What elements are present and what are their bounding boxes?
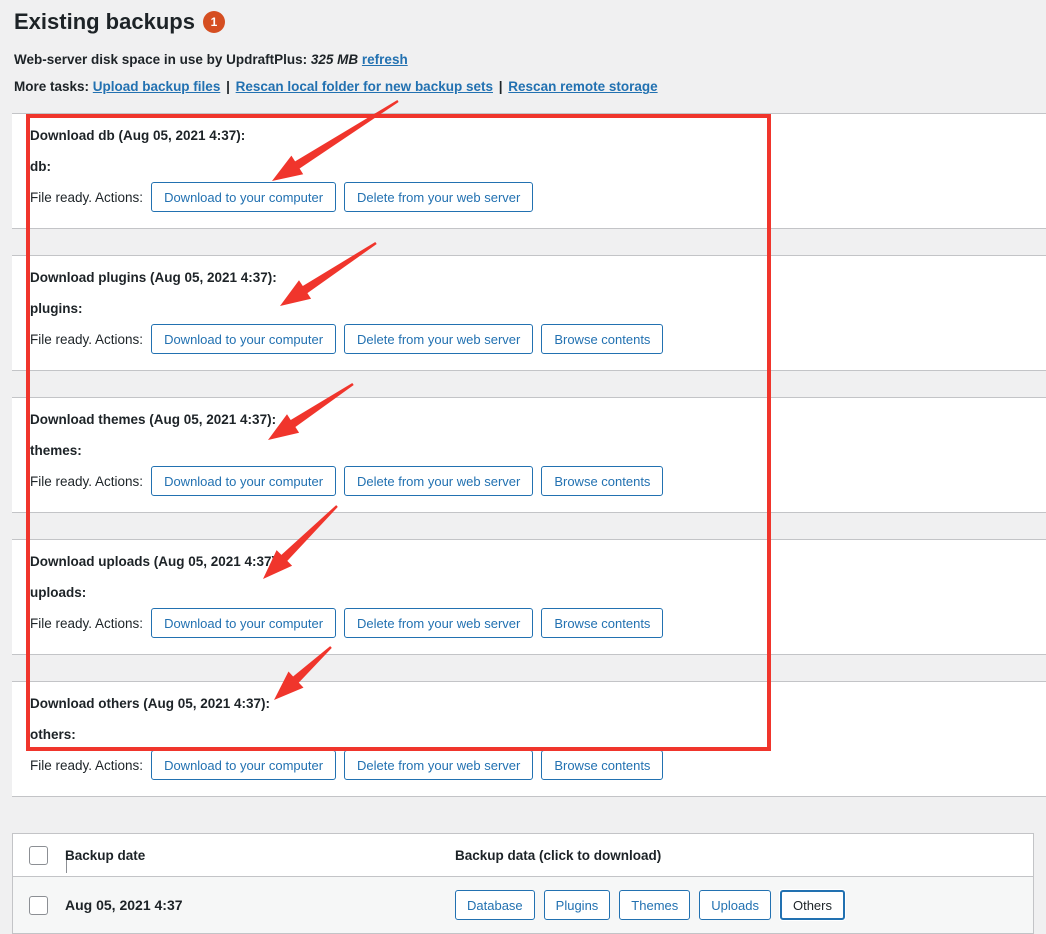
select-all-checkbox[interactable] — [29, 845, 48, 865]
delete-from-server-button[interactable]: Delete from your web server — [344, 608, 534, 639]
select-all-header — [13, 834, 65, 877]
disk-space-label: Web-server disk space in use by UpdraftP… — [14, 51, 308, 67]
backups-table-head: Backup date Backup data (click to downlo… — [13, 834, 1033, 877]
table-header-row: Backup date Backup data (click to downlo… — [13, 834, 1033, 877]
more-tasks-line: More tasks: Upload backup files | Rescan… — [14, 78, 1046, 97]
upload-backup-files-link[interactable]: Upload backup files — [93, 79, 221, 94]
download-panel-others: Download others (Aug 05, 2021 4:37): oth… — [12, 681, 1046, 798]
row-select-cell — [13, 877, 65, 934]
download-panel-status: File ready. Actions: — [30, 615, 144, 631]
panel-gap — [0, 371, 1046, 398]
download-status-panels: Download db (Aug 05, 2021 4:37): db: Fil… — [0, 113, 1046, 824]
download-panel-title: Download uploads (Aug 05, 2021 4:37): — [30, 554, 281, 570]
page-title: Existing backups 1 — [14, 8, 1046, 37]
row-backup-date: Aug 05, 2021 4:37 — [65, 897, 183, 914]
download-panel-entity: uploads: — [30, 585, 87, 601]
backup-data-button-group: Database Plugins Themes Uploads Others — [455, 890, 1033, 921]
download-plugins-button[interactable]: Plugins — [543, 890, 611, 921]
browse-contents-button[interactable]: Browse contents — [541, 750, 664, 781]
delete-from-server-button[interactable]: Delete from your web server — [344, 750, 534, 781]
row-backup-data: Database Plugins Themes Uploads Others — [455, 877, 1033, 934]
status-badge: 1 — [202, 11, 225, 34]
download-panel-status: File ready. Actions: — [30, 189, 144, 205]
download-panel-actions: File ready. Actions: Download to your co… — [30, 466, 1046, 497]
panel-gap — [0, 229, 1046, 256]
table-row: Aug 05, 2021 4:37 Database Plugins Theme… — [13, 876, 1033, 934]
download-panel-themes: Download themes (Aug 05, 2021 4:37): the… — [12, 397, 1046, 514]
download-to-computer-button[interactable]: Download to your computer — [151, 182, 337, 213]
disk-space-line: Web-server disk space in use by UpdraftP… — [14, 51, 1046, 70]
panel-gap — [0, 655, 1046, 682]
backup-data-header: Backup data (click to download) — [455, 847, 662, 863]
backups-table-container: Backup date Backup data (click to downlo… — [12, 833, 1034, 934]
rescan-remote-storage-link[interactable]: Rescan remote storage — [508, 79, 657, 94]
page-title-text: Existing backups — [14, 9, 195, 34]
download-panel-db: Download db (Aug 05, 2021 4:37): db: Fil… — [12, 113, 1046, 230]
download-to-computer-button[interactable]: Download to your computer — [151, 750, 337, 781]
rescan-local-folder-link[interactable]: Rescan local folder for new backup sets — [236, 79, 493, 94]
download-panel-entity: themes: — [30, 443, 82, 459]
download-panel-uploads: Download uploads (Aug 05, 2021 4:37): up… — [12, 539, 1046, 656]
download-panel-entity: plugins: — [30, 301, 83, 317]
text-cursor-caret — [66, 860, 67, 873]
download-to-computer-button[interactable]: Download to your computer — [151, 608, 337, 639]
download-panel-actions: File ready. Actions: Download to your co… — [30, 750, 1046, 781]
download-panel-title: Download db (Aug 05, 2021 4:37): — [30, 128, 246, 144]
download-panel-status: File ready. Actions: — [30, 473, 144, 489]
download-panel-entity: db: — [30, 159, 51, 175]
more-tasks-label: More tasks: — [14, 79, 90, 95]
download-panel-actions: File ready. Actions: Download to your co… — [30, 608, 1046, 639]
row-checkbox[interactable] — [29, 895, 48, 915]
delete-from-server-button[interactable]: Delete from your web server — [344, 182, 534, 213]
download-panel-plugins: Download plugins (Aug 05, 2021 4:37): pl… — [12, 255, 1046, 372]
page-header: Existing backups 1 Web-server disk space… — [0, 0, 1046, 97]
download-panel-actions: File ready. Actions: Download to your co… — [30, 182, 1046, 213]
browse-contents-button[interactable]: Browse contents — [541, 324, 664, 355]
download-to-computer-button[interactable]: Download to your computer — [151, 466, 337, 497]
download-to-computer-button[interactable]: Download to your computer — [151, 324, 337, 355]
task-separator-1: | — [226, 79, 230, 95]
task-separator-2: | — [498, 79, 503, 95]
backups-table: Backup date Backup data (click to downlo… — [13, 834, 1033, 934]
download-uploads-button[interactable]: Uploads — [699, 890, 771, 921]
download-panel-status: File ready. Actions: — [30, 331, 144, 347]
download-panel-actions: File ready. Actions: Download to your co… — [30, 324, 1046, 355]
download-themes-button[interactable]: Themes — [619, 890, 691, 921]
download-panel-status: File ready. Actions: — [30, 757, 144, 773]
panel-gap — [0, 797, 1046, 824]
download-others-button[interactable]: Others — [779, 890, 845, 921]
delete-from-server-button[interactable]: Delete from your web server — [344, 324, 534, 355]
download-panel-title: Download themes (Aug 05, 2021 4:37): — [30, 412, 277, 428]
download-panel-title: Download plugins (Aug 05, 2021 4:37): — [30, 270, 277, 286]
download-database-button[interactable]: Database — [455, 890, 535, 921]
download-panel-entity: others: — [30, 727, 76, 743]
panel-gap — [0, 513, 1046, 540]
download-panel-title: Download others (Aug 05, 2021 4:37): — [30, 696, 271, 712]
backups-table-body: Aug 05, 2021 4:37 Database Plugins Theme… — [13, 876, 1033, 934]
delete-from-server-button[interactable]: Delete from your web server — [344, 466, 534, 497]
browse-contents-button[interactable]: Browse contents — [541, 608, 664, 639]
backup-date-header: Backup date — [65, 847, 146, 863]
disk-space-value: 325 MB — [310, 51, 359, 67]
browse-contents-button[interactable]: Browse contents — [541, 466, 664, 497]
refresh-link[interactable]: refresh — [362, 52, 408, 67]
